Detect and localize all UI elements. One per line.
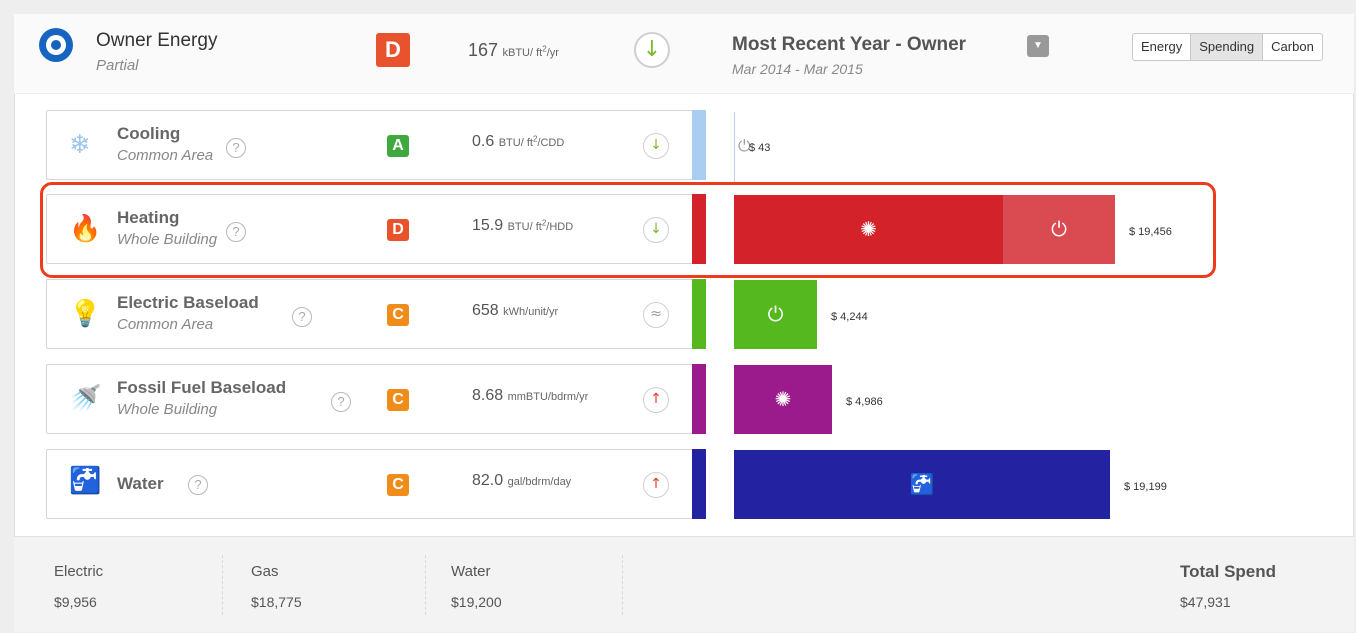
row-metric: 658 kWh/unit/yr — [472, 302, 558, 320]
snowflake-icon: ❄ — [69, 130, 91, 160]
help-icon[interactable]: ? — [292, 307, 312, 327]
help-icon[interactable]: ? — [226, 222, 246, 242]
page-title: Owner Energy — [96, 30, 218, 51]
period-title: Most Recent Year - Owner — [732, 34, 967, 55]
row-grade-badge: C — [387, 389, 409, 411]
row-color-strip — [692, 194, 706, 264]
row-color-strip — [692, 110, 706, 180]
row-label: Fossil Fuel Baseload — [117, 378, 287, 397]
plug-icon: ⏻ — [767, 302, 784, 326]
footer-electric-value: $9,956 — [54, 594, 97, 610]
row-label: Water — [117, 474, 164, 493]
row-color-strip — [692, 279, 706, 349]
bars-axis-line — [734, 112, 735, 182]
plug-icon: ⏻ — [1051, 217, 1067, 241]
row-grade-badge: D — [387, 219, 409, 241]
footer-divider — [425, 555, 426, 615]
lightbulb-icon: 💡 — [69, 299, 102, 329]
period-range: Mar 2014 - Mar 2015 — [732, 61, 863, 77]
row-grade-badge: A — [387, 135, 409, 157]
trend-flat-icon: ≈ — [643, 302, 669, 328]
shower-icon: 🚿 — [69, 384, 102, 414]
toggle-energy[interactable]: Energy — [1133, 34, 1192, 60]
footer-divider — [622, 555, 623, 615]
help-icon[interactable]: ? — [331, 392, 351, 412]
row-value: 15.9 — [472, 217, 504, 234]
row-value: 0.6 — [472, 133, 495, 150]
footer-divider — [222, 555, 223, 615]
row-sublabel: Whole Building — [117, 401, 218, 418]
row-sublabel: Whole Building — [117, 231, 218, 248]
end-use-row[interactable]: 🚰 Water C 82.0 gal/bdrm/day ↑ — [46, 449, 706, 519]
footer-total-label: Total Spend — [1180, 562, 1277, 581]
overall-value: 167 — [468, 40, 499, 60]
faucet-icon: 🚰 — [69, 466, 102, 496]
arrow-down-icon: ↓ — [634, 32, 670, 68]
owner-logo-icon — [39, 28, 73, 62]
spend-summary-footer — [14, 536, 1354, 632]
row-metric: 15.9 BTU/ ft2/HDD — [472, 217, 573, 235]
row-unit: BTU/ ft2/HDD — [507, 218, 574, 233]
period-dropdown-caret-icon[interactable]: ▼ — [1027, 35, 1049, 57]
row-grade-badge: C — [387, 474, 409, 496]
end-use-row[interactable]: 🚿 Fossil Fuel Baseload Whole Building C 8.68… — [46, 364, 706, 434]
row-value: 8.68 — [472, 387, 504, 404]
spend-amount-label: $ 4,244 — [831, 311, 868, 323]
spend-amount-label: $ 43 — [749, 142, 771, 154]
trend-down-icon: ↓ — [643, 133, 669, 159]
toggle-carbon[interactable]: Carbon — [1263, 34, 1322, 60]
overall-metric: 167 kBTU/ ft2/yr — [468, 40, 559, 61]
help-icon[interactable]: ? — [226, 138, 246, 158]
row-color-strip — [692, 449, 706, 519]
spend-amount-label: $ 19,456 — [1129, 226, 1172, 238]
gas-burst-icon: ✺ — [774, 387, 792, 411]
footer-electric-label: Electric — [54, 563, 104, 580]
trend-up-icon: ↑ — [643, 472, 669, 498]
row-metric: 82.0 gal/bdrm/day — [472, 472, 571, 490]
row-label: Cooling — [117, 124, 181, 143]
toggle-spending[interactable]: Spending — [1191, 34, 1264, 60]
page-subtitle: Partial — [96, 57, 139, 74]
footer-gas-value: $18,775 — [251, 594, 302, 610]
footer-gas-label: Gas — [251, 563, 279, 580]
end-use-row[interactable]: 🔥 Heating Whole Building D 15.9 BTU/ ft2/HDD… — [46, 194, 706, 264]
row-metric: 8.68 mmBTU/bdrm/yr — [472, 387, 588, 405]
overall-unit: kBTU/ ft2/yr — [502, 44, 559, 59]
row-unit: mmBTU/bdrm/yr — [507, 391, 589, 403]
overall-grade-badge: D — [376, 33, 410, 67]
row-unit: gal/bdrm/day — [507, 476, 572, 488]
gas-burst-icon: ✺ — [860, 217, 877, 241]
spend-amount-label: $ 4,986 — [846, 396, 883, 408]
row-unit: kWh/unit/yr — [503, 306, 559, 318]
view-toggle-group: Energy Spending Carbon — [1132, 33, 1323, 61]
row-unit: BTU/ ft2/CDD — [498, 134, 565, 149]
spend-amount-label: $ 19,199 — [1124, 481, 1167, 493]
footer-water-label: Water — [451, 563, 491, 580]
row-metric: 0.6 BTU/ ft2/CDD — [472, 133, 564, 151]
row-label: Heating — [117, 208, 180, 227]
footer-total-value: $47,931 — [1180, 594, 1231, 610]
row-label: Electric Baseload — [117, 293, 259, 312]
row-value: 658 — [472, 302, 499, 319]
row-value: 82.0 — [472, 472, 504, 489]
trend-down-icon: ↓ — [643, 217, 669, 243]
faucet-icon: 🚰 — [909, 472, 935, 496]
row-color-strip — [692, 364, 706, 434]
end-use-row[interactable]: ❄ Cooling Common Area A 0.6 BTU/ ft2/CDD ↓ — [46, 110, 706, 180]
row-sublabel: Common Area — [117, 316, 214, 333]
footer-water-value: $19,200 — [451, 594, 502, 610]
flame-icon: 🔥 — [69, 214, 102, 244]
trend-up-icon: ↑ — [643, 387, 669, 413]
help-icon[interactable]: ? — [188, 475, 208, 495]
end-use-row[interactable]: 💡 Electric Baseload Common Area C 658 kWh/un… — [46, 279, 706, 349]
row-grade-badge: C — [387, 304, 409, 326]
row-sublabel: Common Area — [117, 147, 214, 164]
